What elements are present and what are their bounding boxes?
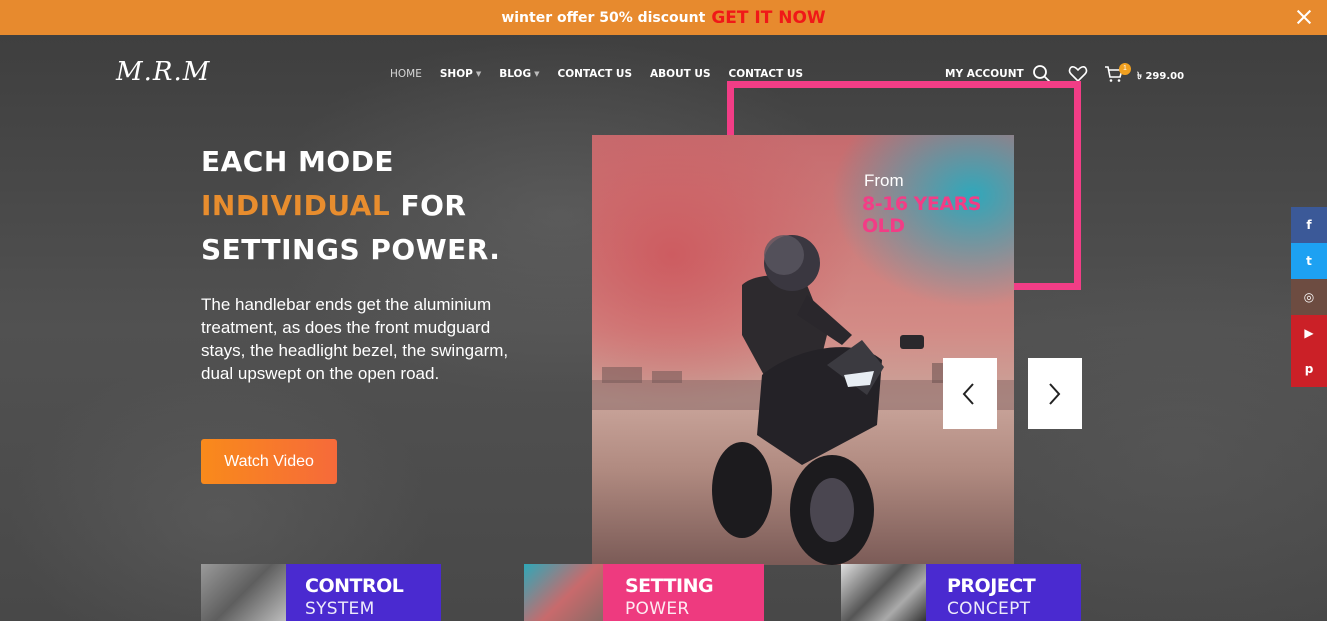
chevron-right-icon	[1049, 383, 1061, 405]
headline-line-2: INDIVIDUAL FOR	[201, 184, 500, 228]
cart-total[interactable]: ৳ 299.00	[1137, 69, 1184, 86]
card-label: PROJECT CONCEPT	[926, 564, 1081, 621]
hero-image: From 8-16 YEARS OLD	[592, 135, 1014, 565]
headline-line-2-rest: FOR	[390, 189, 467, 222]
main-nav: HOME SHOP ▼ BLOG ▼ CONTACT US ABOUT US CON…	[390, 68, 803, 80]
hero-description: The handlebar ends get the aluminium tre…	[201, 295, 509, 383]
my-account-link[interactable]: MY ACCOUNT	[945, 68, 1024, 80]
close-icon[interactable]	[1295, 8, 1313, 26]
nav-home[interactable]: HOME	[390, 68, 422, 80]
headline-line-1: EACH MODE	[201, 145, 395, 178]
chevron-down-icon: ▼	[475, 70, 482, 78]
card-label: SETTING POWER	[603, 564, 764, 621]
card-thumbnail	[201, 564, 286, 621]
nav-shop[interactable]: SHOP ▼	[440, 68, 481, 80]
nav-blog-label: BLOG	[499, 68, 532, 80]
card-subtitle: CONCEPT	[947, 599, 1031, 619]
nav-contact-us-2[interactable]: CONTACT US	[729, 68, 804, 80]
chevron-left-icon	[962, 383, 974, 405]
nav-blog[interactable]: BLOG ▼	[499, 68, 539, 80]
card-thumbnail	[841, 564, 926, 621]
card-subtitle: SYSTEM	[305, 599, 375, 619]
social-sidebar: f t ◎ ▶ p	[1291, 207, 1327, 387]
headline-highlight: INDIVIDUAL	[201, 189, 391, 222]
headline-line-3: SETTINGS POWER.	[201, 233, 501, 266]
chevron-down-icon: ▼	[534, 70, 540, 78]
promo-text: winter offer 50% discount	[501, 9, 706, 26]
card-title: CONTROL	[305, 575, 404, 597]
site-logo[interactable]: M.R.M	[116, 57, 210, 87]
feature-card-setting[interactable]: SETTING POWER	[524, 564, 764, 621]
card-thumbnail	[524, 564, 603, 621]
promo-cta-link[interactable]: GET IT NOW	[711, 8, 825, 28]
image-caption-age: 8-16 YEARS OLD	[862, 193, 981, 237]
nav-about-us[interactable]: ABOUT US	[650, 68, 711, 80]
twitter-icon[interactable]: t	[1291, 243, 1327, 279]
pinterest-icon[interactable]: p	[1291, 351, 1327, 387]
card-title: PROJECT	[947, 575, 1036, 597]
slider-next-button[interactable]	[1028, 358, 1082, 429]
feature-card-control[interactable]: CONTROL SYSTEM	[201, 564, 441, 621]
facebook-icon[interactable]: f	[1291, 207, 1327, 243]
hero-headline: EACH MODE INDIVIDUAL FOR SETTINGS POWER.	[201, 140, 500, 272]
promo-bar: winter offer 50% discount GET IT NOW	[0, 0, 1327, 35]
card-label: CONTROL SYSTEM	[286, 564, 441, 621]
instagram-icon[interactable]: ◎	[1291, 279, 1327, 315]
feature-card-project[interactable]: PROJECT CONCEPT	[841, 564, 1081, 621]
cart-count-badge: 1	[1119, 63, 1131, 75]
nav-contact-us[interactable]: CONTACT US	[558, 68, 633, 80]
youtube-icon[interactable]: ▶	[1291, 315, 1327, 351]
nav-shop-label: SHOP	[439, 68, 473, 80]
watch-video-button[interactable]: Watch Video	[201, 439, 337, 484]
card-title: SETTING	[625, 575, 714, 597]
card-subtitle: POWER	[625, 599, 690, 619]
image-caption-from: From	[864, 171, 904, 190]
slider-prev-button[interactable]	[943, 358, 997, 429]
